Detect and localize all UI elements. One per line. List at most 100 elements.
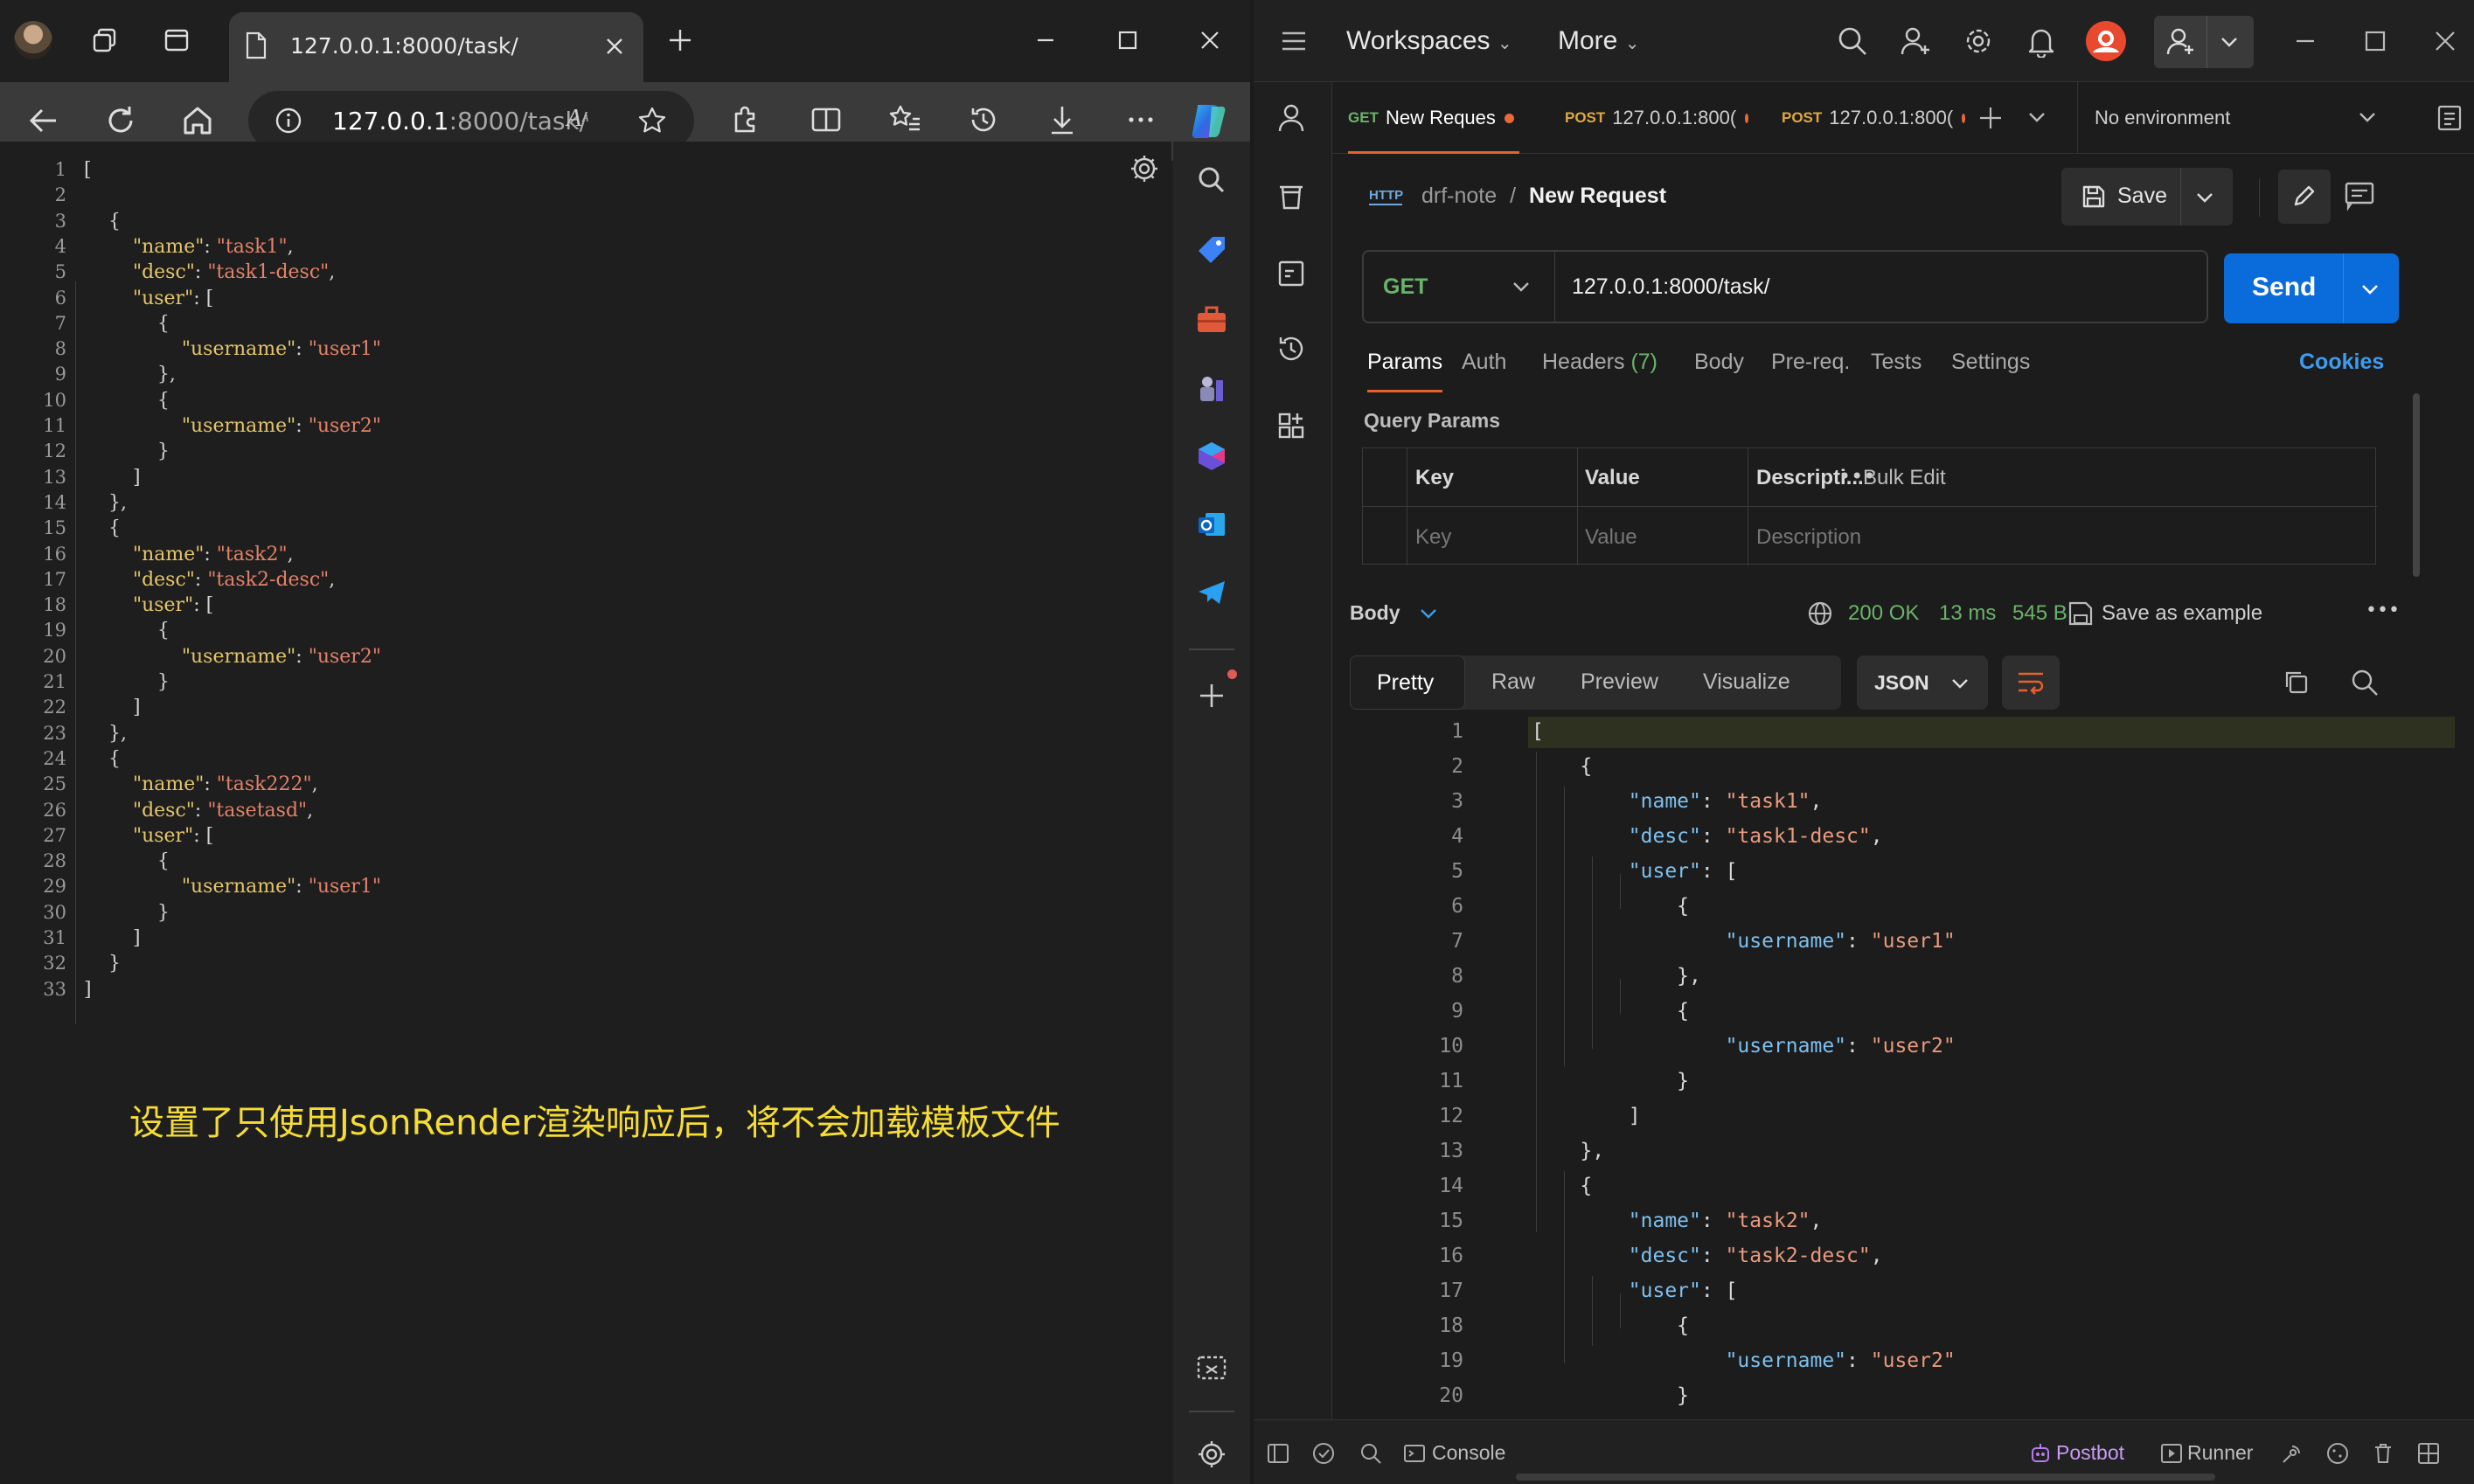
- view-raw[interactable]: Raw: [1491, 669, 1535, 695]
- browser-tab-active[interactable]: 127.0.0.1:8000/task/: [229, 12, 643, 82]
- comments-icon[interactable]: [2338, 171, 2381, 220]
- tab-auth[interactable]: Auth: [1462, 350, 1506, 375]
- search-icon[interactable]: [1836, 24, 1869, 58]
- key-input[interactable]: Key: [1415, 525, 1451, 550]
- minimize-icon[interactable]: [1025, 19, 1067, 61]
- split-screen-icon[interactable]: [808, 101, 844, 138]
- horizontal-scrollbar[interactable]: [1516, 1474, 2215, 1481]
- history-icon[interactable]: [965, 101, 1002, 138]
- view-preview[interactable]: Preview: [1581, 669, 1658, 695]
- runner-icon[interactable]: [2159, 1441, 2184, 1466]
- layout-icon[interactable]: [2416, 1441, 2441, 1466]
- pm-minimize-icon[interactable]: [2294, 30, 2317, 52]
- notifications-bell-icon[interactable]: [2025, 24, 2058, 58]
- environment-chevron-icon[interactable]: [2357, 108, 2378, 126]
- save-as-example-button[interactable]: Save as example: [2102, 601, 2262, 626]
- close-window-icon[interactable]: [1189, 19, 1231, 61]
- read-aloud-icon[interactable]: Aᴬ: [566, 105, 588, 133]
- runner-button[interactable]: Runner: [2187, 1441, 2253, 1465]
- console-button[interactable]: Console: [1432, 1441, 1505, 1465]
- account-switch-button[interactable]: [2154, 16, 2254, 68]
- new-tab-plus-icon[interactable]: [1977, 105, 2004, 131]
- tabs-dropdown-icon[interactable]: [2026, 108, 2047, 126]
- tab-params[interactable]: Params: [1367, 350, 1442, 375]
- request-tab[interactable]: POST 127.0.0.1:800(: [1782, 82, 1965, 154]
- search-response-icon[interactable]: [2350, 668, 2380, 697]
- history-icon[interactable]: [1275, 332, 1308, 365]
- microsoft365-icon[interactable]: [1189, 433, 1234, 479]
- postbot-icon[interactable]: [2028, 1441, 2053, 1466]
- new-tab-icon[interactable]: [659, 19, 701, 61]
- favorites-icon[interactable]: [886, 101, 923, 138]
- capture-icon[interactable]: [2280, 1441, 2304, 1466]
- tools-briefcase-icon[interactable]: [1189, 297, 1234, 343]
- more-menu-icon[interactable]: [1122, 101, 1159, 138]
- pm-close-icon[interactable]: [2434, 30, 2457, 52]
- pm-maximize-icon[interactable]: [2364, 30, 2387, 52]
- settings-gear-icon[interactable]: [1128, 152, 1161, 185]
- view-pretty[interactable]: Pretty: [1350, 655, 1465, 710]
- send-button[interactable]: Send: [2224, 253, 2399, 323]
- tab-prerequest[interactable]: Pre-req.: [1771, 350, 1850, 375]
- home-icon[interactable]: [178, 101, 217, 140]
- screenshot-icon[interactable]: [1189, 1346, 1234, 1391]
- request-title[interactable]: New Request: [1529, 184, 1666, 208]
- outlook-icon[interactable]: [1189, 502, 1234, 547]
- format-dropdown[interactable]: JSON: [1857, 655, 1988, 710]
- more-menu[interactable]: More ⌄: [1558, 26, 1639, 56]
- response-time[interactable]: 13 ms: [1939, 601, 1996, 626]
- online-status-icon[interactable]: [1311, 1441, 1336, 1466]
- bulk-edit-link[interactable]: Bulk Edit: [1863, 466, 1946, 490]
- cookies-icon[interactable]: [2325, 1441, 2350, 1466]
- trash-icon[interactable]: [2371, 1441, 2395, 1466]
- environment-selector[interactable]: No environment: [2095, 82, 2374, 154]
- sidebar-settings-icon[interactable]: [1189, 1432, 1234, 1477]
- request-scrollbar[interactable]: [2413, 393, 2420, 577]
- tab-headers[interactable]: Headers (7): [1542, 350, 1657, 375]
- maximize-icon[interactable]: [1107, 19, 1149, 61]
- status-code[interactable]: 200 OK: [1848, 601, 1919, 626]
- cookies-link[interactable]: Cookies: [2299, 350, 2384, 375]
- hamburger-menu-icon[interactable]: [1280, 28, 1308, 54]
- edit-pencil-button[interactable]: [2278, 170, 2331, 224]
- request-tab-active[interactable]: GET New Reques: [1348, 82, 1519, 154]
- invite-user-icon[interactable]: [1899, 24, 1932, 58]
- tab-actions-icon[interactable]: [156, 19, 198, 61]
- find-replace-icon[interactable]: [1359, 1441, 1383, 1466]
- method-select[interactable]: GET: [1364, 252, 1554, 322]
- copy-response-icon[interactable]: [2282, 668, 2311, 697]
- favorite-star-icon[interactable]: [636, 105, 668, 136]
- body-chevron-icon[interactable]: [1418, 605, 1439, 622]
- url-input[interactable]: 127.0.0.1:8000/task/: [1556, 252, 2206, 322]
- console-icon[interactable]: [1402, 1441, 1427, 1466]
- close-tab-icon[interactable]: [603, 35, 626, 58]
- request-tab[interactable]: POST 127.0.0.1:800(: [1565, 82, 1748, 154]
- profile-avatar[interactable]: [12, 19, 54, 61]
- tab-settings[interactable]: Settings: [1951, 350, 2030, 375]
- downloads-icon[interactable]: [1044, 101, 1081, 138]
- workspaces-icon[interactable]: [84, 19, 126, 61]
- games-icon[interactable]: [1189, 365, 1234, 411]
- postbot-button[interactable]: Postbot: [2056, 1441, 2124, 1465]
- value-input[interactable]: Value: [1585, 525, 1637, 550]
- user-avatar[interactable]: [2084, 19, 2128, 63]
- breadcrumb-collection[interactable]: drf-note: [1421, 184, 1497, 208]
- response-body-label[interactable]: Body: [1350, 601, 1400, 625]
- tab-tests[interactable]: Tests: [1871, 350, 1922, 375]
- wrap-lines-button[interactable]: [2002, 655, 2060, 710]
- response-size[interactable]: 545 B: [2012, 601, 2067, 626]
- toggle-sidebar-icon[interactable]: [1266, 1441, 1290, 1466]
- configure-workbench-icon[interactable]: [1275, 409, 1308, 442]
- profile-icon[interactable]: [1275, 101, 1308, 135]
- search-icon[interactable]: [1189, 157, 1234, 203]
- environments-icon[interactable]: [1275, 257, 1308, 290]
- tab-body[interactable]: Body: [1694, 350, 1744, 375]
- save-button[interactable]: Save: [2061, 168, 2233, 225]
- response-more-icon[interactable]: •••: [2366, 600, 2400, 621]
- shopping-tag-icon[interactable]: [1189, 227, 1234, 273]
- back-icon[interactable]: [24, 101, 63, 140]
- description-input[interactable]: Description: [1756, 525, 1861, 550]
- copilot-icon[interactable]: [1185, 98, 1233, 145]
- save-example-icon[interactable]: [2067, 600, 2095, 628]
- site-info-icon[interactable]: [275, 107, 302, 135]
